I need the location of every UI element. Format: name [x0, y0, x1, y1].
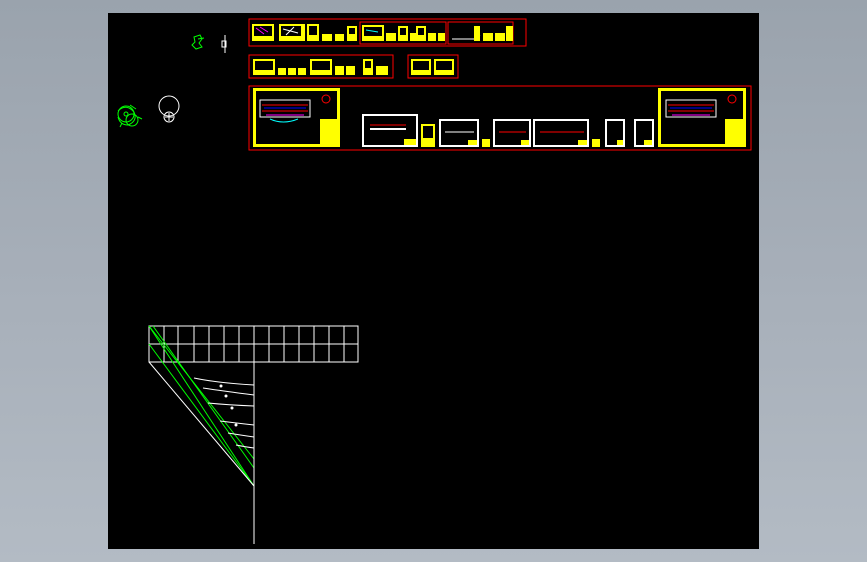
cad-drawing-canvas[interactable]: [108, 13, 759, 549]
drawing-group-row2[interactable]: [248, 54, 459, 79]
construction-diagonals: [148, 325, 255, 487]
cad-model-space-viewport[interactable]: [108, 13, 759, 549]
drawing-group-row1[interactable]: [248, 18, 527, 47]
white-bearing-symbol: [158, 95, 180, 123]
drawing-group-row3[interactable]: [248, 85, 752, 151]
white-bracket-symbol: [221, 35, 227, 53]
green-gear-symbol: [117, 104, 143, 128]
construction-verticals: [148, 361, 255, 544]
green-part-symbol-top: [191, 34, 205, 50]
construction-grid-table: [148, 325, 359, 363]
